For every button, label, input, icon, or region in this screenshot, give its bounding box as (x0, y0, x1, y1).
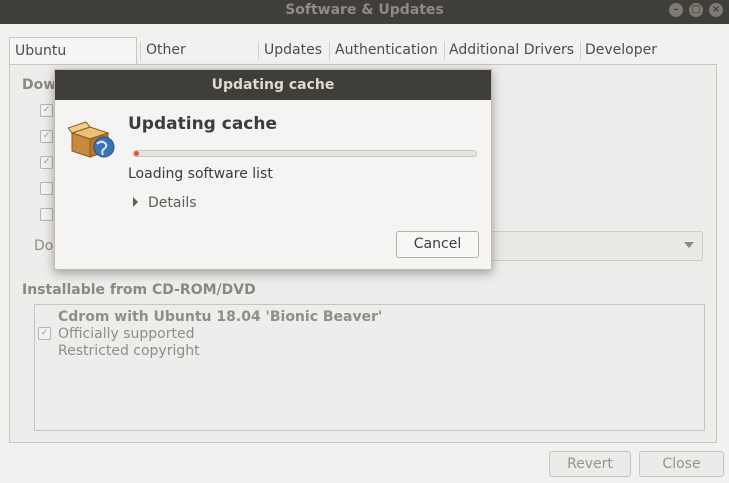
status-text: Loading software list (128, 166, 273, 182)
tab-additional-drivers[interactable]: Additional Drivers (444, 37, 580, 64)
close-icon[interactable]: × (709, 3, 723, 17)
download-from-label: Do (34, 238, 54, 254)
component-checkbox[interactable]: ✓ (40, 156, 53, 169)
chevron-down-icon (684, 242, 694, 248)
maximize-icon[interactable]: □ (689, 3, 703, 17)
component-checkbox[interactable] (40, 182, 53, 195)
window-title: Software & Updates (285, 2, 444, 18)
downloadable-section-label: Dow (22, 77, 57, 93)
component-checkbox[interactable]: ✓ (40, 130, 53, 143)
cdrom-entry-copyright: Restricted copyright (58, 343, 200, 359)
progress-bar (133, 150, 477, 157)
chevron-right-icon (133, 197, 138, 207)
cdrom-checkbox[interactable]: ✓ (38, 327, 51, 340)
window-titlebar: Software & Updates – □ × (0, 0, 729, 24)
close-button[interactable]: Close (639, 451, 724, 477)
cancel-button[interactable]: Cancel (396, 231, 479, 258)
progress-fill (134, 151, 140, 156)
dialog-title: Updating cache (55, 70, 491, 100)
cdrom-entry-title: Cdrom with Ubuntu 18.04 'Bionic Beaver' (58, 309, 383, 325)
tab-other-software[interactable]: Other Software (141, 37, 256, 85)
revert-button[interactable]: Revert (549, 451, 631, 477)
minimize-icon[interactable]: – (669, 3, 683, 17)
cdrom-section-label: Installable from CD-ROM/DVD (22, 282, 256, 298)
tab-authentication[interactable]: Authentication (330, 37, 443, 64)
component-checkbox[interactable]: ✓ (40, 104, 53, 117)
updating-cache-dialog: Updating cache Updating cache Loading so… (54, 69, 492, 270)
details-label: Details (148, 195, 197, 211)
component-checkbox[interactable] (40, 208, 53, 221)
tab-updates[interactable]: Updates (259, 37, 327, 64)
dialog-heading: Updating cache (128, 114, 278, 134)
download-server-dropdown[interactable] (490, 231, 703, 261)
tab-developer-options[interactable]: Developer Options (580, 37, 720, 85)
package-update-icon (68, 121, 115, 158)
cdrom-entry-supported: Officially supported (58, 326, 195, 342)
tab-ubuntu-software[interactable]: Ubuntu Software (9, 37, 137, 86)
details-expander[interactable]: Details (133, 195, 197, 211)
